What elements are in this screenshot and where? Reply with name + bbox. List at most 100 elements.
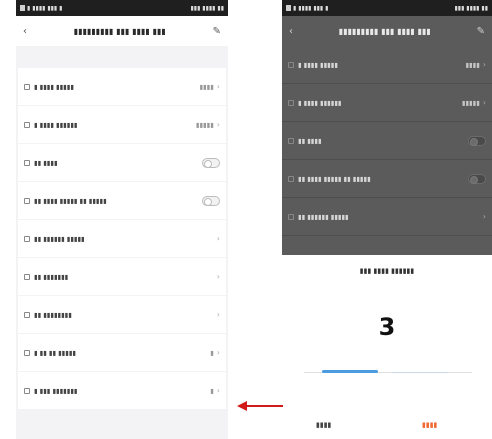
settings-row[interactable]: ▮ ▮▮▮▮ ▮▮▮▮▮▮ ▮▮▮▮▮ › [18,106,226,143]
edit-icon[interactable]: ✎ [477,26,485,37]
row-label-group: ▮ ▮▮▮▮ ▮▮▮▮▮▮ [24,121,77,129]
row-value-group: › [214,272,220,281]
status-right: ▮▮▮ ▮▮▮▮ ▮▮ [454,4,488,12]
row-label: ▮ ▮▮▮ ▮▮▮▮▮▮▮ [34,386,78,395]
row-label: ▮▮ ▮▮▮▮ [298,136,322,145]
row-label-group: ▮▮ ▮▮▮▮ ▮▮▮▮▮ ▮▮ ▮▮▮▮▮ [288,175,371,183]
row-value-group: ▮ › [210,348,220,357]
row-label-group: ▮ ▮▮▮▮ ▮▮▮▮▮ [288,61,338,69]
row-label-group: ▮▮ ▮▮▮▮▮▮ ▮▮▮▮▮ [288,213,349,221]
settings-row[interactable]: ▮▮ ▮▮▮▮ ▮▮▮▮▮ ▮▮ ▮▮▮▮▮ [18,182,226,219]
settings-list: ▮ ▮▮▮▮ ▮▮▮▮▮ ▮▮▮▮ › ▮ ▮▮▮▮ ▮▮▮▮▮▮ ▮▮▮▮▮ › ▮▮ ▮… [16,68,228,409]
picker-highlight[interactable] [322,370,378,373]
chevron-right-icon: › [482,60,486,69]
chevron-right-icon: › [216,120,220,129]
picker-selected-value[interactable]: 3 [282,313,492,341]
row-icon [288,61,294,68]
row-icon [24,83,30,90]
chevron-right-icon: › [216,272,220,281]
row-icon [24,235,30,242]
chevron-right-icon: › [216,310,220,319]
row-value-group: › [214,310,220,319]
row-value-group: ▮▮▮▮▮ › [462,98,486,107]
sheet-title: ▮▮▮ ▮▮▮▮ ▮▮▮▮▮▮ [359,267,415,275]
settings-row[interactable]: ▮▮ ▮▮▮▮▮▮ ▮▮▮▮▮ › [282,198,492,236]
edit-icon[interactable]: ✎ [213,26,221,37]
row-value: ▮ [210,348,214,357]
page-title: ▮▮▮▮▮▮▮▮▮ ▮▮▮ ▮▮▮▮ ▮▮▮ [338,26,431,36]
row-label: ▮ ▮▮▮▮ ▮▮▮▮▮ [298,60,338,69]
cancel-button[interactable]: ▮▮▮▮ [316,421,331,429]
toggle-switch[interactable] [468,173,486,184]
row-label: ▮▮ ▮▮▮▮▮▮▮ [34,272,69,281]
settings-row[interactable]: ▮▮ ▮▮▮▮ [282,122,492,160]
row-label-group: ▮▮ ▮▮▮▮ ▮▮▮▮▮ ▮▮ ▮▮▮▮▮ [24,197,107,205]
row-icon [24,349,30,356]
settings-row[interactable]: ▮ ▮▮ ▮▮ ▮▮▮▮▮ ▮ › [18,334,226,371]
row-label-group: ▮▮ ▮▮▮▮ [288,137,322,145]
row-label-group: ▮▮ ▮▮▮▮▮▮▮▮ [24,311,72,319]
row-label: ▮▮ ▮▮▮▮▮▮ ▮▮▮▮▮ [34,234,85,243]
row-icon [24,159,30,166]
row-icon [24,387,30,394]
toggle-switch[interactable] [468,135,486,146]
settings-row[interactable]: ▮ ▮▮▮▮ ▮▮▮▮▮ ▮▮▮▮ › [282,46,492,84]
row-label-group: ▮▮ ▮▮▮▮▮▮ ▮▮▮▮▮ [24,235,85,243]
row-icon [24,197,30,204]
row-label: ▮▮ ▮▮▮▮▮▮ ▮▮▮▮▮ [298,212,349,221]
row-label: ▮▮ ▮▮▮▮ ▮▮▮▮▮ ▮▮ ▮▮▮▮▮ [298,174,371,183]
page-title: ▮▮▮▮▮▮▮▮▮ ▮▮▮ ▮▮▮▮ ▮▮▮ [73,26,166,36]
settings-list: ▮ ▮▮▮▮ ▮▮▮▮▮ ▮▮▮▮ › ▮ ▮▮▮▮ ▮▮▮▮▮▮ ▮▮▮▮▮ › ▮▮ ▮… [282,46,492,236]
row-label: ▮ ▮▮▮▮ ▮▮▮▮▮ [34,82,74,91]
settings-row[interactable]: ▮▮ ▮▮▮▮▮▮▮▮ › [18,296,226,333]
settings-row[interactable]: ▮▮ ▮▮▮▮ ▮▮▮▮▮ ▮▮ ▮▮▮▮▮ [282,160,492,198]
chevron-right-icon: › [216,348,220,357]
row-label-group: ▮ ▮▮ ▮▮ ▮▮▮▮▮ [24,349,76,357]
chevron-right-icon: › [482,98,486,107]
row-icon [288,137,294,144]
row-label: ▮ ▮▮ ▮▮ ▮▮▮▮▮ [34,348,76,357]
row-label-group: ▮▮ ▮▮▮▮▮▮▮ [24,273,68,281]
row-label: ▮ ▮▮▮▮ ▮▮▮▮▮▮ [298,98,342,107]
row-label-group: ▮ ▮▮▮ ▮▮▮▮▮▮▮ [24,387,77,395]
settings-row[interactable]: ▮▮ ▮▮▮▮ [18,144,226,181]
status-bar: ▮ ▮▮▮▮ ▮▮▮ ▮ ▮▮▮ ▮▮▮▮ ▮▮ [282,0,492,16]
row-label: ▮▮ ▮▮▮▮ [34,158,58,167]
right-phone-screen: ▮ ▮▮▮▮ ▮▮▮ ▮ ▮▮▮ ▮▮▮▮ ▮▮ ‹ ▮▮▮▮▮▮▮▮▮ ▮▮▮… [282,0,492,439]
confirm-button[interactable]: ▮▮▮▮ [422,421,437,429]
red-arrow-icon [237,401,283,411]
status-left: ▮ ▮▮▮▮ ▮▮▮ ▮ [286,5,328,12]
chevron-right-icon: › [482,212,486,221]
settings-row[interactable]: ▮▮ ▮▮▮▮▮▮ ▮▮▮▮▮ › [18,220,226,257]
settings-row[interactable]: ▮▮ ▮▮▮▮▮▮▮ › [18,258,226,295]
picker-sheet: ▮▮▮ ▮▮▮▮ ▮▮▮▮▮▮ 3 ▮▮▮▮ ▮▮▮▮ [282,255,492,439]
row-label-group: ▮▮ ▮▮▮▮ [24,159,58,167]
page-header: ‹ ▮▮▮▮▮▮▮▮▮ ▮▮▮ ▮▮▮▮ ▮▮▮ ✎ [16,16,228,46]
row-value: ▮▮▮▮▮ [461,98,480,107]
row-label-group: ▮ ▮▮▮▮ ▮▮▮▮▮ [24,83,74,91]
back-icon[interactable]: ‹ [23,26,27,37]
row-value: ▮▮▮▮▮ [195,120,214,129]
settings-row[interactable]: ▮ ▮▮▮▮ ▮▮▮▮▮ ▮▮▮▮ › [18,68,226,105]
row-value-group: ▮▮▮▮ › [199,82,220,91]
row-value-group: › [480,212,486,221]
row-value-group: ▮▮▮▮ › [465,60,486,69]
status-left: ▮ ▮▮▮▮ ▮▮▮ ▮ [20,5,62,12]
row-icon [24,311,30,318]
row-value-group: ▮ › [210,386,220,395]
picker-track-secondary [392,372,448,373]
row-label: ▮ ▮▮▮▮ ▮▮▮▮▮▮ [34,120,78,129]
row-value-group: › [214,234,220,243]
left-phone-screen: ▮ ▮▮▮▮ ▮▮▮ ▮ ▮▮▮ ▮▮▮▮ ▮▮ ‹ ▮▮▮▮▮▮▮▮▮ ▮▮▮… [16,0,228,439]
row-icon [288,213,294,220]
row-value: ▮▮▮▮ [465,60,480,69]
settings-row[interactable]: ▮ ▮▮▮ ▮▮▮▮▮▮▮ ▮ › [18,372,226,409]
page-header: ‹ ▮▮▮▮▮▮▮▮▮ ▮▮▮ ▮▮▮▮ ▮▮▮ ✎ [282,16,492,46]
toggle-switch[interactable] [202,157,220,168]
row-icon [24,273,30,280]
chevron-right-icon: › [216,234,220,243]
toggle-switch[interactable] [202,195,220,206]
back-icon[interactable]: ‹ [289,26,293,37]
row-icon [288,99,294,106]
settings-row[interactable]: ▮ ▮▮▮▮ ▮▮▮▮▮▮ ▮▮▮▮▮ › [282,84,492,122]
